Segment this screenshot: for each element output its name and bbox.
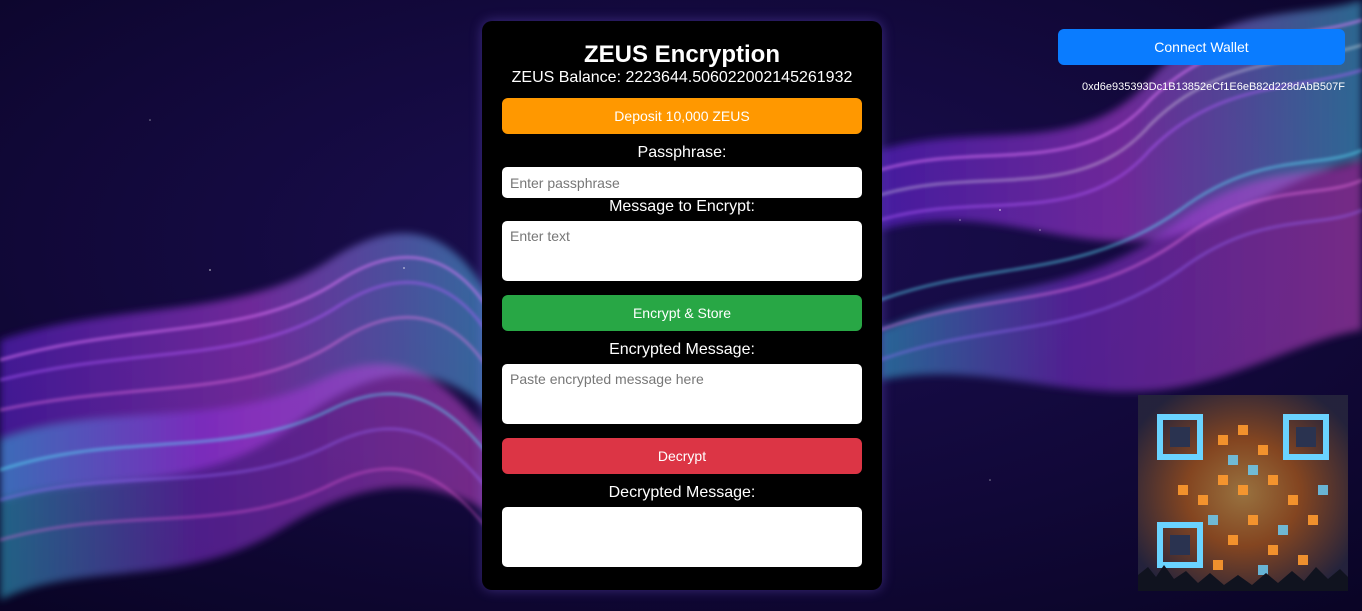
encrypt-store-button[interactable]: Encrypt & Store [502,295,862,331]
message-label: Message to Encrypt: [609,198,755,215]
passphrase-input[interactable] [502,167,862,198]
encryption-panel: ZEUS Encryption ZEUS Balance: 2223644.50… [482,21,882,590]
page-title: ZEUS Encryption [583,41,781,68]
qr-code-image [1138,395,1348,591]
encrypted-message-textarea[interactable] [502,364,862,424]
passphrase-label: Passphrase: [637,144,727,161]
wallet-address: 0xd6e935393Dc1B13852eCf1E6eB82d228dAbB50… [1082,81,1345,93]
decrypted-message-label: Decrypted Message: [608,484,756,501]
message-textarea[interactable] [502,221,862,281]
decrypt-button[interactable]: Decrypt [502,438,862,474]
deposit-button[interactable]: Deposit 10,000 ZEUS [502,98,862,134]
zeus-balance: ZEUS Balance: 2223644.506022002145261932 [511,69,853,86]
connect-wallet-button[interactable]: Connect Wallet [1058,29,1345,65]
decrypted-message-textarea[interactable] [502,507,862,567]
encrypted-message-label: Encrypted Message: [609,341,755,358]
